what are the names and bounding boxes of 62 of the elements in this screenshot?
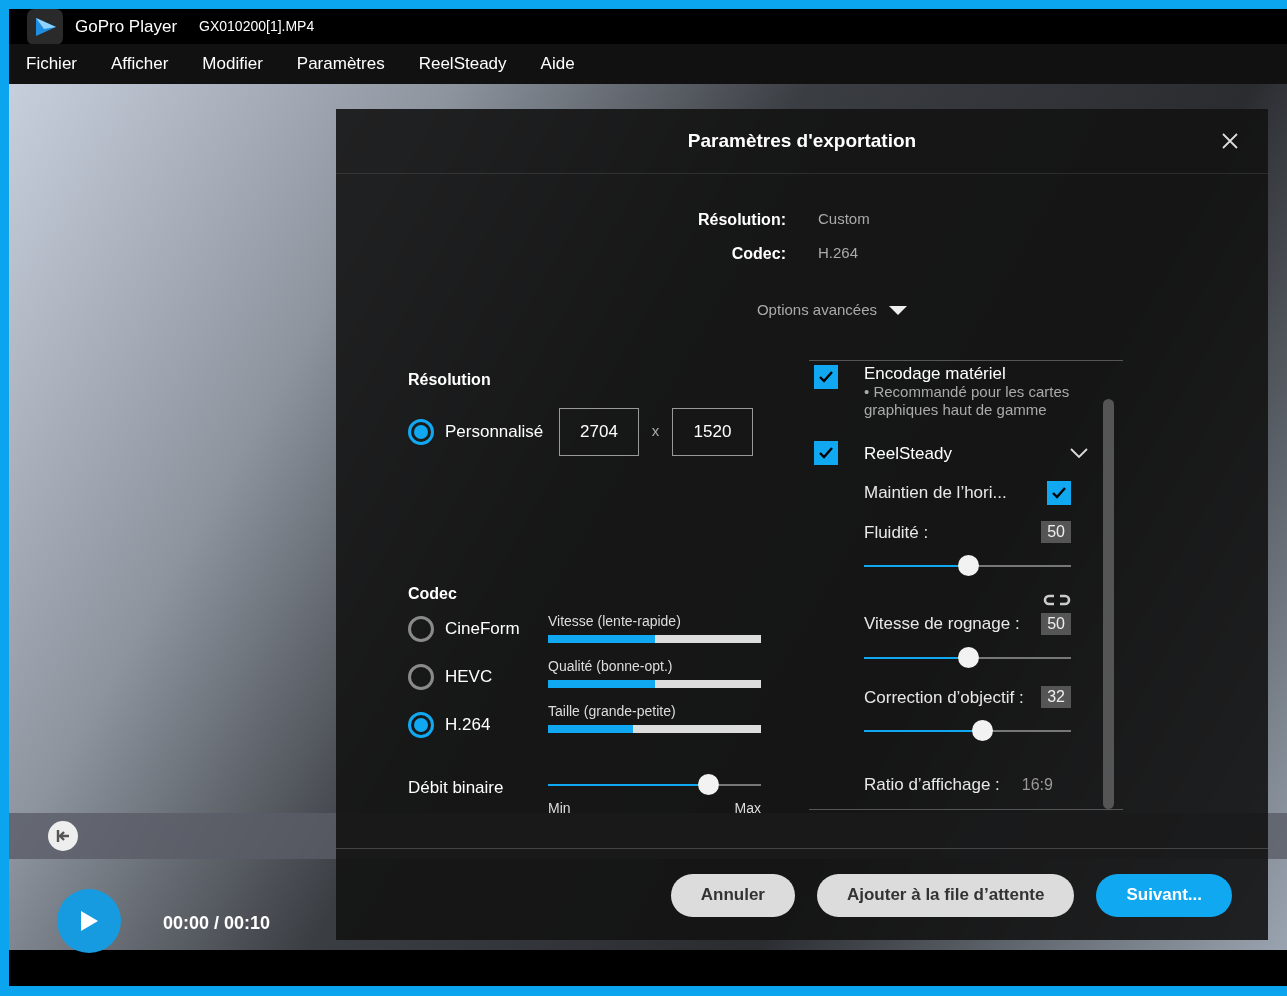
summary-label: Codec: [730, 244, 786, 264]
radio-button[interactable] [408, 418, 434, 445]
option-label: ReelSteady [864, 442, 953, 465]
slider-label: Fluidité : [864, 521, 929, 544]
summary-label: Résolution: [697, 210, 786, 230]
radio-button[interactable] [408, 711, 434, 738]
dialog-button[interactable]: Annuler [670, 873, 795, 917]
option-label: Encodage matériel [864, 364, 1007, 383]
slider-thumb[interactable] [697, 773, 719, 795]
dialog-title: Paramètres d'exportation [687, 128, 917, 153]
menu-item[interactable]: Aide [540, 51, 575, 77]
value-field[interactable]: 50 [1041, 521, 1071, 544]
playback-time: 00:00 / 00:10 [163, 912, 271, 935]
slider-min-label: Min [548, 798, 571, 818]
checkbox[interactable] [1047, 480, 1071, 505]
link-icon[interactable] [1043, 593, 1071, 607]
menu-item[interactable]: Modifier [202, 51, 263, 77]
value-field[interactable]: 16:9 [1019, 772, 1055, 797]
value-field[interactable]: 50 [1041, 612, 1071, 635]
section-heading: Codec [408, 583, 458, 604]
bitrate-label: Débit binaire [408, 776, 505, 799]
meter-label: Vitesse (lente-rapide) [548, 611, 682, 630]
slider-label: Correction d’objectif : [864, 686, 1024, 709]
chevron-icon[interactable] [1070, 447, 1088, 460]
menu-item[interactable]: Afficher [111, 51, 169, 77]
slider-thumb[interactable] [972, 720, 993, 741]
menu-item[interactable]: ReelSteady [418, 51, 507, 77]
scrollbar[interactable] [1103, 398, 1114, 809]
close-button[interactable] [1220, 131, 1240, 151]
option-note: • Recommandé pour les cartes graphiques haut de gamme [864, 382, 1071, 419]
dimension-separator: x [650, 421, 661, 442]
file-name: GX010200[1].MP4 [199, 17, 315, 36]
skip-to-start-icon[interactable] [48, 821, 78, 851]
slider-max-label: Max [734, 798, 761, 818]
option-label: Maintien de l’hori... [864, 482, 1007, 504]
radio-label: CineForm [445, 617, 520, 640]
radio-button[interactable] [408, 615, 434, 642]
meter-label: Qualité (bonne-opt.) [548, 656, 674, 675]
radio-label: H.264 [445, 713, 491, 736]
play-icon [79, 910, 99, 932]
radio-label: HEVC [445, 665, 493, 688]
slider-thumb[interactable] [957, 555, 979, 576]
slider-label: Vitesse de rognage : [864, 613, 1020, 635]
radio-label: Personnalisé [445, 420, 545, 443]
dialog-button[interactable]: Ajouter à la file d’attente [817, 873, 1075, 917]
summary-value: H.264 [818, 243, 860, 263]
app-logo-icon [27, 8, 63, 45]
section-heading: Résolution [408, 369, 492, 390]
value-field[interactable]: 32 [1041, 686, 1071, 709]
menu-item[interactable]: Fichier [26, 51, 77, 77]
advanced-options-toggle[interactable]: Options avancées [756, 299, 908, 322]
width-field[interactable]: 2704 [559, 407, 639, 456]
option-label: Ratio d’affichage : [864, 774, 1000, 796]
radio-button[interactable] [408, 663, 434, 690]
summary-value: Custom [818, 209, 871, 229]
menu-item[interactable]: Paramètres [296, 51, 385, 77]
checkbox[interactable] [814, 441, 838, 466]
slider-thumb[interactable] [957, 646, 979, 668]
app-name: GoPro Player [75, 15, 178, 38]
meter-label: Taille (grande-petite) [548, 701, 677, 720]
height-field[interactable]: 1520 [672, 407, 753, 456]
checkbox[interactable] [814, 364, 838, 389]
